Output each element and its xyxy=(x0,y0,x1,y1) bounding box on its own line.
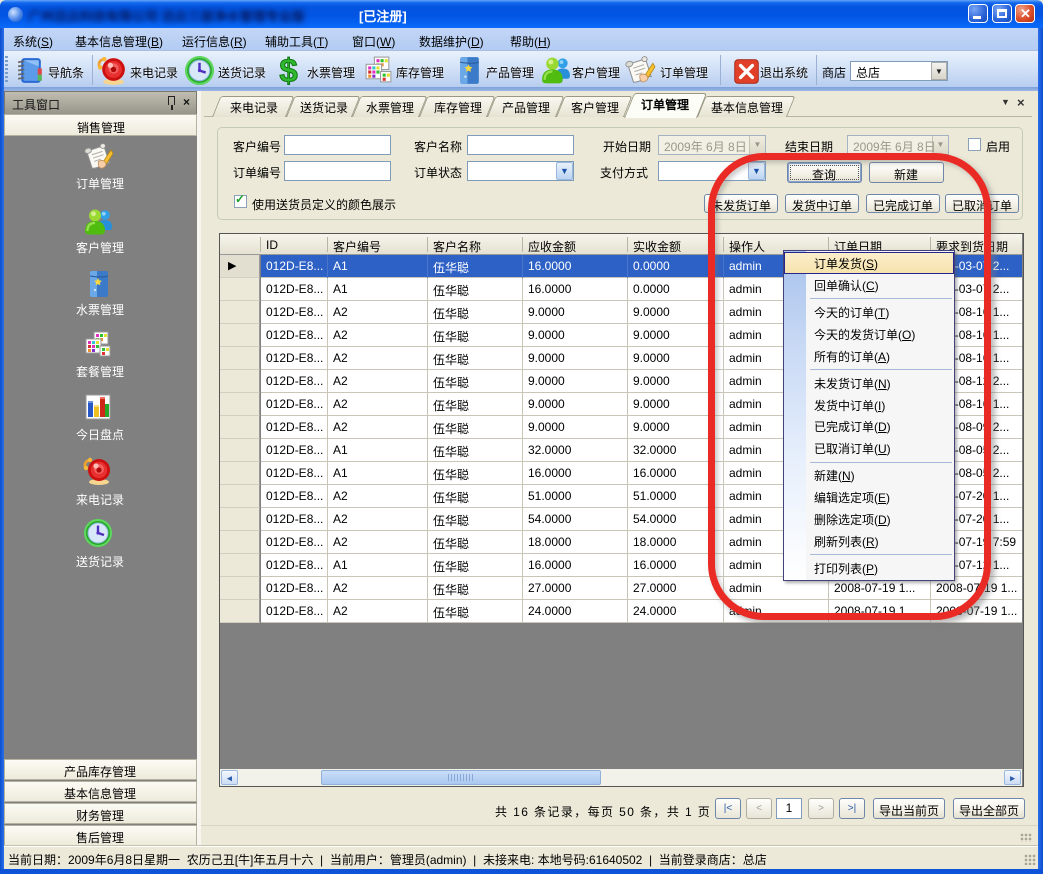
svg-text:$: $ xyxy=(279,54,297,87)
